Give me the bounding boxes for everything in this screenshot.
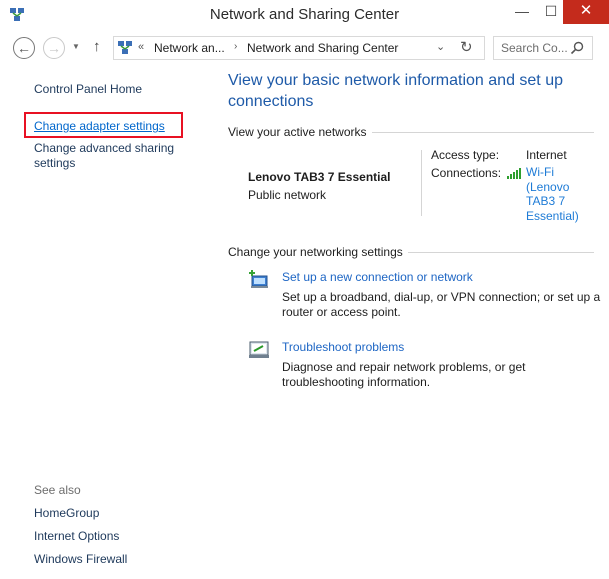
troubleshoot-link[interactable]: Troubleshoot problems	[282, 340, 404, 354]
sidebar-item-change-advanced-sharing-settings[interactable]: Change advanced sharing settings	[34, 141, 184, 171]
active-networks-header: View your active networks	[228, 125, 367, 139]
see-also-internet-options[interactable]: Internet Options	[34, 529, 119, 543]
access-type-value: Internet	[526, 148, 567, 162]
wifi-signal-icon	[507, 168, 521, 179]
refresh-icon[interactable]: ↻	[460, 38, 473, 56]
see-also-heading: See also	[34, 483, 81, 497]
change-settings-header: Change your networking settings	[228, 245, 403, 259]
vertical-divider	[421, 150, 422, 216]
navigation-bar: ← → ▼ ↑ « Network an... › Network and Sh…	[0, 33, 609, 63]
troubleshoot-description: Diagnose and repair network problems, or…	[282, 360, 526, 389]
see-also-windows-firewall[interactable]: Windows Firewall	[34, 552, 127, 566]
network-category: Public network	[248, 188, 327, 202]
access-type-label: Access type:	[431, 148, 500, 162]
setup-connection-link[interactable]: Set up a new connection or network	[282, 270, 473, 284]
new-connection-icon	[249, 270, 268, 288]
network-name: Lenovo TAB3 7 Essential	[248, 170, 391, 184]
address-overflow-icon[interactable]: «	[138, 41, 144, 53]
setup-connection-description: Set up a broadband, dial-up, or VPN conn…	[282, 290, 601, 319]
minimize-button[interactable]: —	[507, 0, 537, 24]
search-box[interactable]: Search Co...	[493, 36, 593, 60]
close-button[interactable]: ✕	[563, 0, 609, 24]
sidebar: Control Panel Home Change adapter settin…	[0, 66, 216, 579]
sidebar-item-control-panel-home[interactable]: Control Panel Home	[34, 82, 142, 96]
maximize-button[interactable]: ☐	[536, 0, 566, 24]
troubleshoot-icon	[249, 341, 269, 358]
recent-locations-button[interactable]: ▼	[72, 42, 80, 51]
breadcrumb-segment[interactable]: Network and Sharing Center	[247, 41, 398, 55]
wifi-connection-link[interactable]: Wi-Fi (Lenovo TAB3 7 Essential)	[526, 165, 588, 223]
breadcrumb-chevron-icon[interactable]: ›	[234, 41, 237, 52]
see-also-homegroup[interactable]: HomeGroup	[34, 506, 99, 520]
network-center-icon	[118, 41, 132, 54]
section-divider	[372, 132, 594, 133]
forward-button[interactable]: →	[43, 37, 65, 59]
main-content: View your basic network information and …	[216, 66, 609, 579]
search-input[interactable]: Search Co...	[501, 41, 568, 55]
search-icon[interactable]	[570, 41, 584, 55]
connections-label: Connections:	[431, 166, 502, 180]
back-button[interactable]: ←	[13, 37, 35, 59]
up-button[interactable]: ↑	[93, 38, 101, 55]
address-dropdown-icon[interactable]: ⌄	[436, 40, 445, 53]
section-divider	[408, 252, 594, 253]
sidebar-item-change-adapter-settings[interactable]: Change adapter settings	[34, 119, 165, 133]
breadcrumb-segment[interactable]: Network an...	[154, 41, 225, 55]
address-bar[interactable]: « Network an... › Network and Sharing Ce…	[113, 36, 485, 60]
title-bar: Network and Sharing Center — ☐ ✕	[0, 0, 609, 31]
page-title: View your basic network information and …	[228, 72, 563, 110]
